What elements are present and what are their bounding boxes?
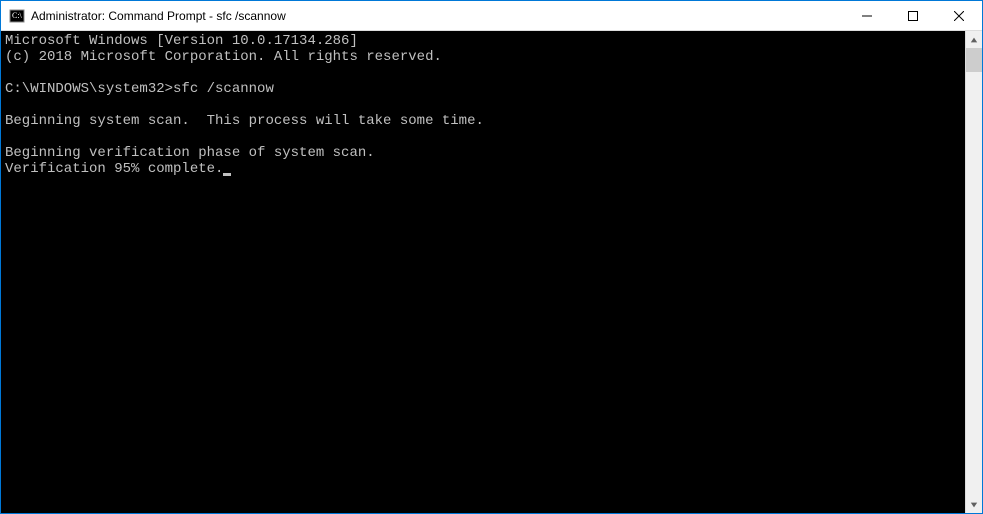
- titlebar[interactable]: C:\ Administrator: Command Prompt - sfc …: [1, 1, 982, 31]
- console-line: C:\WINDOWS\system32>sfc /scannow: [5, 81, 961, 97]
- window-title: Administrator: Command Prompt - sfc /sca…: [31, 9, 844, 23]
- cmd-icon: C:\: [9, 8, 25, 24]
- maximize-button[interactable]: [890, 1, 936, 30]
- console-line: Beginning system scan. This process will…: [5, 113, 961, 129]
- scroll-down-arrow-icon[interactable]: [966, 496, 982, 513]
- console-output[interactable]: Microsoft Windows [Version 10.0.17134.28…: [1, 31, 965, 513]
- scroll-thumb[interactable]: [966, 48, 982, 72]
- console-line: Beginning verification phase of system s…: [5, 145, 961, 161]
- console-line: Verification 95% complete.: [5, 161, 961, 177]
- console-line: [5, 129, 961, 145]
- console-line: [5, 97, 961, 113]
- console-line: (c) 2018 Microsoft Corporation. All righ…: [5, 49, 961, 65]
- scroll-track[interactable]: [966, 48, 982, 496]
- svg-text:C:\: C:\: [12, 11, 23, 20]
- console-area: Microsoft Windows [Version 10.0.17134.28…: [1, 31, 982, 513]
- vertical-scrollbar[interactable]: [965, 31, 982, 513]
- console-line: [5, 65, 961, 81]
- close-button[interactable]: [936, 1, 982, 30]
- scroll-up-arrow-icon[interactable]: [966, 31, 982, 48]
- console-line: Microsoft Windows [Version 10.0.17134.28…: [5, 33, 961, 49]
- minimize-button[interactable]: [844, 1, 890, 30]
- window-controls: [844, 1, 982, 30]
- text-cursor: [223, 173, 231, 176]
